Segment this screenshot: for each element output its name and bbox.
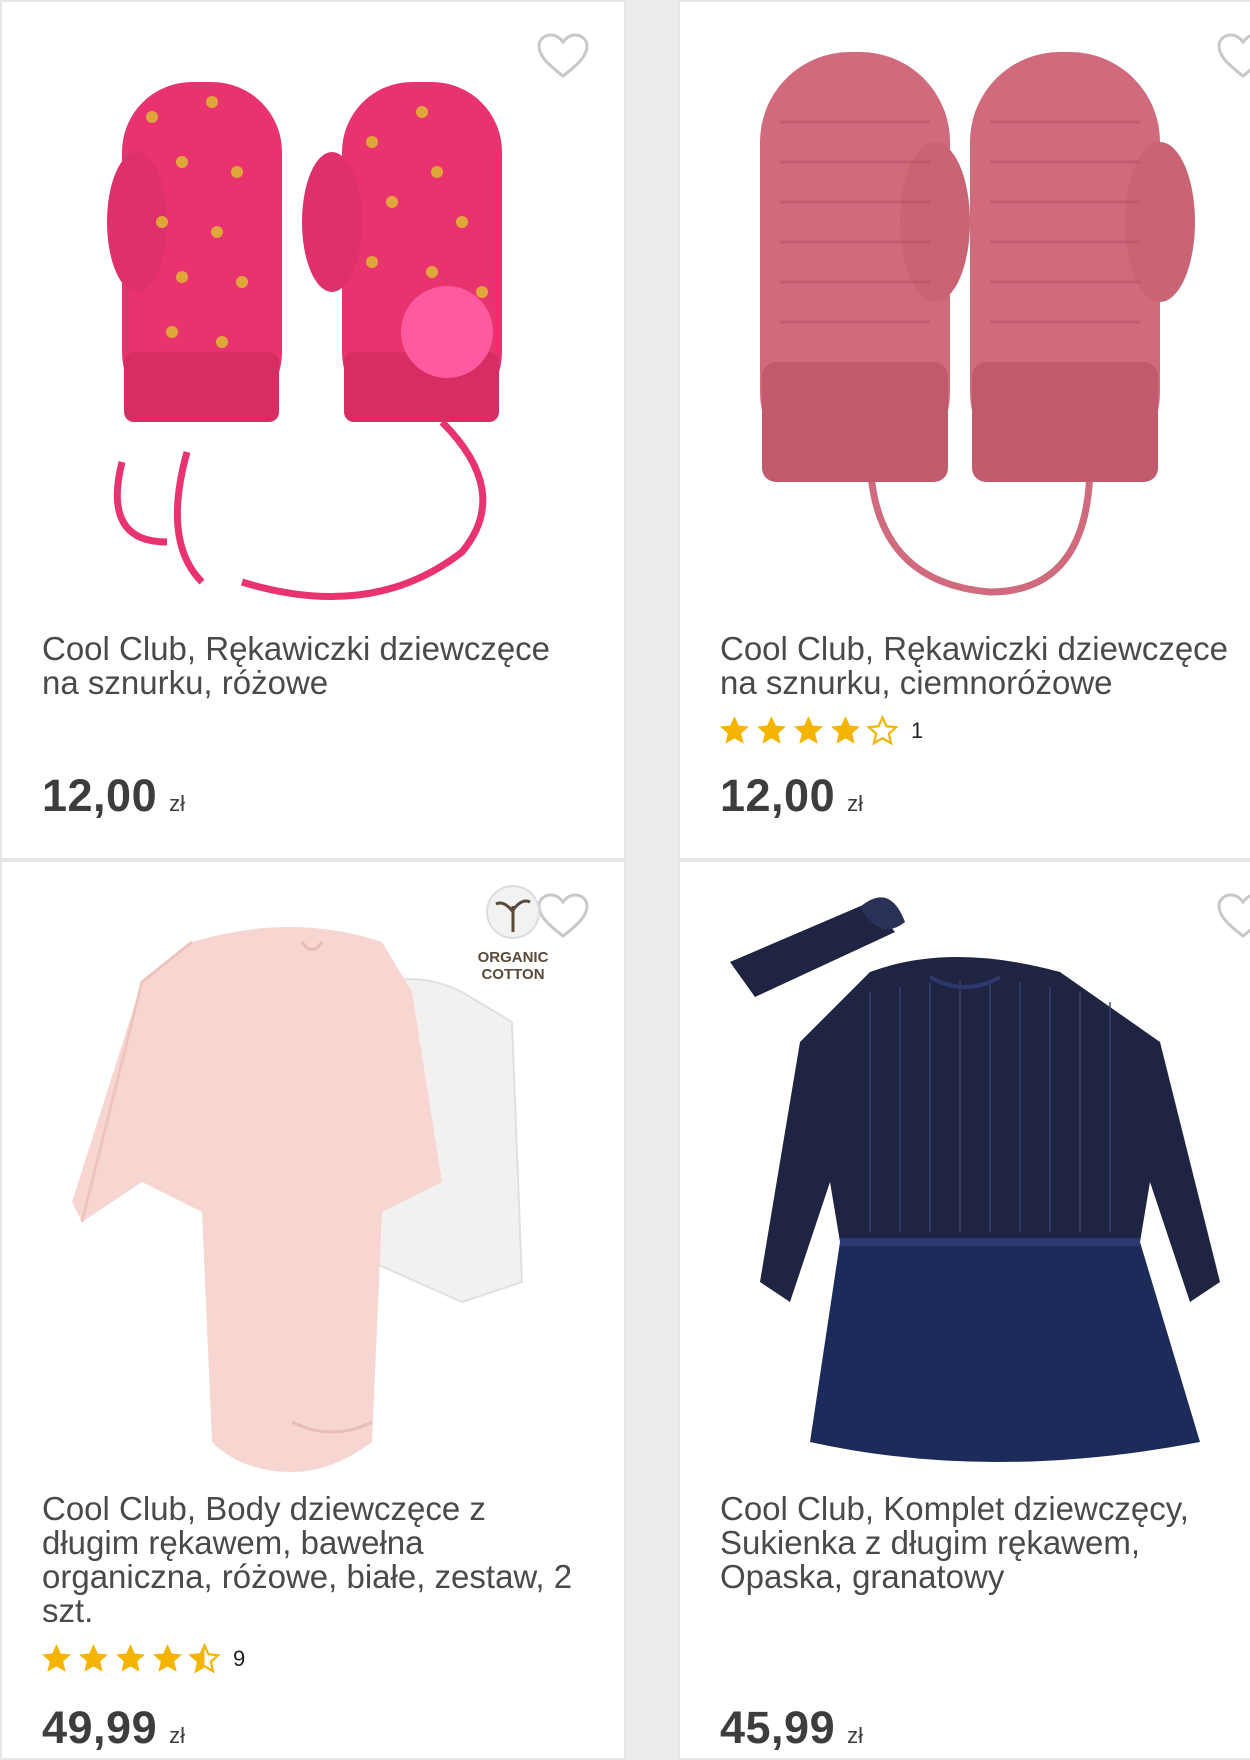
product-card[interactable]: Cool Club, Rękawiczki dziewczęce na sznu… (678, 0, 1250, 860)
star-icon (720, 716, 749, 744)
star-icon (116, 1644, 145, 1672)
price-currency: zł (169, 1723, 186, 1748)
product-card[interactable]: Cool Club, Komplet dziewczęcy, Sukienka … (678, 860, 1250, 1760)
product-price: 45,99 zł (720, 1702, 863, 1754)
star-outline-icon (866, 714, 899, 746)
rating-stars (718, 714, 899, 747)
product-image[interactable] (720, 882, 1250, 1472)
product-card[interactable]: Cool Club, Rękawiczki dziewczęce na sznu… (0, 0, 626, 860)
product-image[interactable] (720, 22, 1250, 612)
product-price: 49,99 zł (42, 1702, 185, 1754)
price-currency: zł (847, 791, 864, 816)
price-currency: zł (847, 1723, 864, 1748)
product-card[interactable]: ORGANIC COTTON Cool Club, Body dziewczęc… (0, 860, 626, 1760)
star-icon (79, 1644, 108, 1672)
product-image[interactable] (42, 22, 582, 612)
star-half-icon (188, 1642, 221, 1674)
product-title[interactable]: Cool Club, Rękawiczki dziewczęce na sznu… (720, 632, 1250, 700)
star-icon (153, 1644, 182, 1672)
price-currency: zł (169, 791, 186, 816)
product-title[interactable]: Cool Club, Body dziewczęce z długim ręka… (42, 1492, 587, 1628)
price-value: 49,99 (42, 1702, 158, 1753)
product-title[interactable]: Cool Club, Komplet dziewczęcy, Sukienka … (720, 1492, 1250, 1594)
product-price: 12,00 zł (720, 770, 863, 822)
product-rating: 9 (40, 1642, 245, 1675)
star-icon (794, 716, 823, 744)
product-title[interactable]: Cool Club, Rękawiczki dziewczęce na sznu… (42, 632, 587, 700)
rating-stars (40, 1642, 221, 1675)
star-icon (42, 1644, 71, 1672)
price-value: 12,00 (720, 770, 836, 821)
product-rating: 1 (718, 714, 923, 747)
price-value: 45,99 (720, 1702, 836, 1753)
review-count: 1 (911, 717, 924, 743)
review-count: 9 (233, 1645, 246, 1671)
product-price: 12,00 zł (42, 770, 185, 822)
star-icon (757, 716, 786, 744)
star-icon (831, 716, 860, 744)
product-image[interactable] (42, 882, 582, 1472)
price-value: 12,00 (42, 770, 158, 821)
